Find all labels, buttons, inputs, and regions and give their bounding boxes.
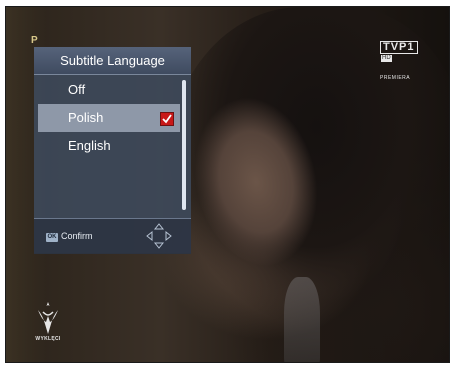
- program-logo: WYKLĘCI: [28, 300, 68, 350]
- language-option-label: Polish: [68, 110, 104, 125]
- channel-subtitle: PREMIERA: [380, 75, 411, 81]
- confirm-label: Confirm: [61, 231, 93, 241]
- language-option-label: English: [68, 138, 111, 153]
- scrollbar-thumb[interactable]: [182, 80, 186, 210]
- language-option-off[interactable]: Off: [38, 76, 180, 104]
- language-list: Off Polish English: [38, 76, 180, 160]
- ok-key-icon: OK: [46, 233, 58, 242]
- menu-title: Subtitle Language: [34, 47, 191, 75]
- language-option-polish[interactable]: Polish: [38, 104, 180, 132]
- language-option-label: Off: [68, 82, 86, 97]
- menu-footer: OK Confirm: [34, 218, 191, 254]
- hd-badge: HD: [381, 55, 392, 62]
- subtitle-language-menu: Subtitle Language Off Polish English OK …: [34, 47, 191, 254]
- channel-logo-text: TVP1: [380, 41, 418, 54]
- menu-scrollbar[interactable]: [182, 80, 186, 210]
- checkbox-checked-icon: [160, 112, 174, 126]
- language-option-english[interactable]: English: [38, 132, 180, 160]
- channel-logo: TVP1HD PREMIERA: [380, 37, 428, 81]
- dpad-arrows-icon: [146, 223, 172, 249]
- eagle-emblem-icon: [38, 302, 58, 334]
- channel-corner-icon: P: [31, 35, 38, 46]
- program-logo-text: WYKLĘCI: [35, 336, 61, 342]
- person-collar: [284, 277, 320, 362]
